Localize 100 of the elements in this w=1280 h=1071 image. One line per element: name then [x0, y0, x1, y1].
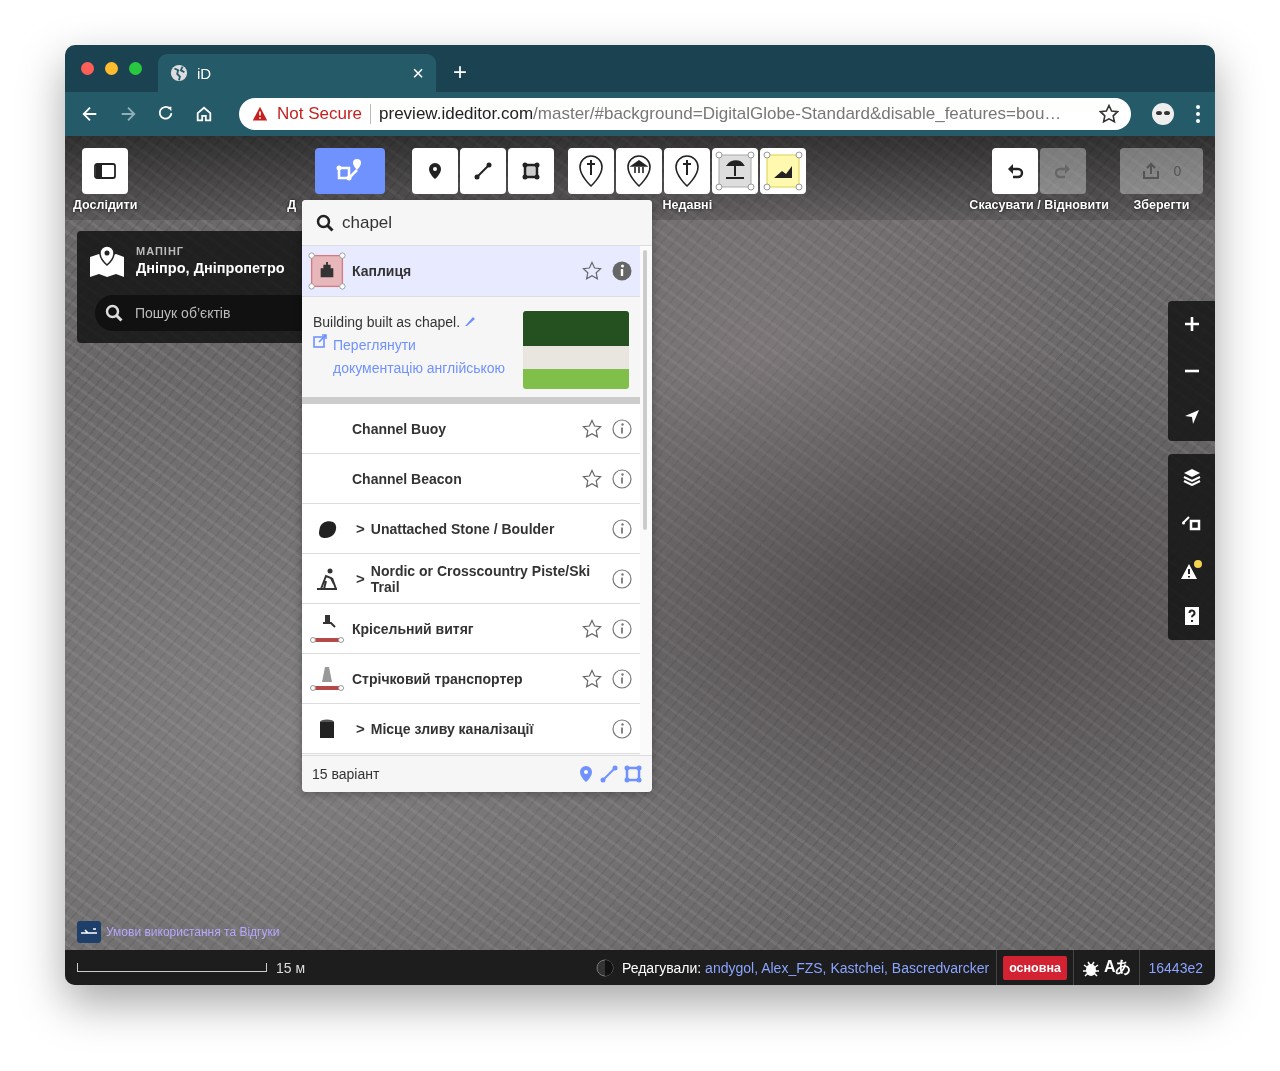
skier-icon — [316, 567, 338, 590]
search-icon — [316, 214, 334, 232]
preset-item[interactable]: Крісельний витяг — [302, 604, 640, 654]
preset-item[interactable]: > Unattached Stone / Boulder — [302, 504, 640, 554]
recent-preset-button[interactable] — [568, 148, 615, 194]
new-tab-button[interactable]: + — [453, 58, 467, 86]
zoom-window-button[interactable] — [129, 62, 142, 75]
satellite-map[interactable] — [65, 136, 1215, 985]
point-icon — [427, 162, 444, 180]
forward-icon[interactable] — [119, 105, 137, 123]
preset-item[interactable]: Channel Buoy — [302, 404, 640, 454]
url-text: preview.ideditor.com/master/#background=DigitalGlobe-Standard&disable_features=bou… — [379, 104, 1062, 124]
redo-icon — [1054, 162, 1073, 180]
back-icon[interactable] — [81, 105, 99, 123]
preset-name: Unattached Stone / Boulder — [370, 520, 555, 537]
preset-item[interactable]: > Nordic or Crosscountry Piste/Ski Trail — [302, 554, 640, 604]
recent-preset-button[interactable] — [760, 148, 807, 194]
info-icon[interactable] — [612, 468, 632, 489]
address-bar[interactable]: Not Secure preview.ideditor.com/master/#background=DigitalGlobe-Standard&disable_features=bou… — [239, 98, 1131, 130]
map-pin-icon — [88, 245, 126, 279]
chapel-icon — [308, 252, 346, 290]
cross-pin-icon — [578, 155, 605, 187]
layers-icon — [1182, 467, 1201, 486]
result-count: 15 варіант — [312, 766, 381, 782]
recent-preset-button[interactable] — [712, 148, 759, 194]
explore-label: Дослідити — [73, 198, 138, 212]
scrollbar[interactable] — [640, 246, 652, 755]
branch-badge: основна — [1003, 955, 1067, 980]
save-label: Зберегти — [1133, 198, 1190, 212]
landscape-area-icon — [763, 151, 804, 191]
info-icon[interactable] — [612, 718, 632, 739]
point-filter-icon[interactable] — [578, 765, 594, 783]
star-icon[interactable] — [582, 668, 602, 689]
boulder-icon — [317, 519, 337, 538]
version-link[interactable]: 16443e2 — [1140, 959, 1215, 976]
preset-item[interactable]: > Місце зливу каналізації — [302, 704, 640, 754]
close-tab-button[interactable]: × — [412, 61, 424, 85]
recent-preset-button[interactable] — [664, 148, 711, 194]
terms-logo-icon[interactable] — [77, 921, 101, 943]
profile-avatar-icon[interactable] — [1151, 102, 1175, 126]
preset-name: Місце зливу каналізації — [370, 720, 534, 737]
map-data-icon — [1181, 514, 1202, 533]
add-area-button[interactable] — [508, 148, 555, 194]
info-icon[interactable] — [612, 418, 632, 439]
preset-name: Nordic or Crosscountry Piste/Ski Trail — [370, 562, 592, 595]
area-icon — [522, 162, 541, 180]
minimize-window-button[interactable] — [105, 62, 118, 75]
recent-label: Недавні — [662, 198, 713, 212]
line-icon — [474, 162, 493, 180]
pencil-icon[interactable] — [464, 315, 476, 327]
edited-by-text: Редагували: andygol, Alex_FZS, Kastchei, Bascredvarcker — [622, 959, 990, 976]
add-point-button[interactable] — [412, 148, 459, 194]
add-label: Д — [287, 198, 297, 212]
feature-search-field[interactable]: Пошук об’єктів — [95, 295, 302, 331]
undo-button[interactable] — [992, 148, 1039, 194]
more-menu-icon[interactable] — [1195, 104, 1201, 124]
line-filter-icon[interactable] — [600, 765, 618, 783]
preset-item[interactable]: Каплиця — [302, 246, 640, 297]
star-icon[interactable] — [582, 261, 602, 281]
warning-icon — [251, 106, 269, 122]
info-icon[interactable] — [612, 668, 632, 689]
star-icon[interactable] — [582, 618, 602, 639]
add-line-button[interactable] — [460, 148, 507, 194]
home-icon[interactable] — [195, 105, 213, 123]
star-icon[interactable] — [582, 418, 602, 439]
external-link-icon[interactable] — [313, 334, 327, 348]
preset-name: Крісельний витяг — [352, 620, 474, 637]
help-icon — [1183, 606, 1200, 627]
info-icon[interactable] — [612, 518, 632, 539]
language-toggle[interactable]: Aあ — [1103, 957, 1132, 978]
conveyor-icon — [310, 666, 344, 691]
preset-item[interactable]: Channel Beacon — [302, 454, 640, 504]
preset-name: Каплиця — [352, 263, 412, 279]
info-icon[interactable] — [612, 618, 632, 639]
star-icon[interactable] — [582, 468, 602, 489]
beach-area-icon — [715, 151, 756, 191]
close-window-button[interactable] — [81, 62, 94, 75]
add-feature-button[interactable] — [315, 148, 386, 194]
info-icon[interactable] — [612, 568, 632, 589]
preset-name: Channel Beacon — [352, 470, 462, 487]
preset-search-field[interactable]: chapel — [302, 200, 652, 246]
scale-label: 15 м — [276, 959, 306, 976]
cross-pin-icon — [674, 155, 701, 187]
recent-preset-button[interactable] — [616, 148, 663, 194]
info-icon[interactable] — [612, 261, 632, 281]
bookmark-star-icon[interactable] — [1099, 104, 1119, 124]
plus-icon — [1183, 316, 1200, 333]
reload-icon[interactable] — [157, 105, 175, 123]
undo-redo-label: Скасувати / Відновити — [969, 198, 1109, 212]
area-filter-icon[interactable] — [624, 765, 642, 783]
preset-name: Channel Buoy — [352, 420, 447, 437]
location-arrow-icon — [1183, 409, 1200, 426]
browser-tab[interactable]: iD × — [158, 54, 436, 92]
sidebar-toggle-button[interactable] — [82, 148, 129, 194]
chairlift-icon — [310, 613, 344, 644]
preset-description: Building built as chapel. — [313, 314, 461, 330]
preset-item[interactable]: Стрічковий транспортер — [302, 654, 640, 704]
globe-icon — [170, 64, 188, 82]
minus-icon — [1183, 368, 1200, 373]
chevron-icon: > — [356, 720, 365, 737]
